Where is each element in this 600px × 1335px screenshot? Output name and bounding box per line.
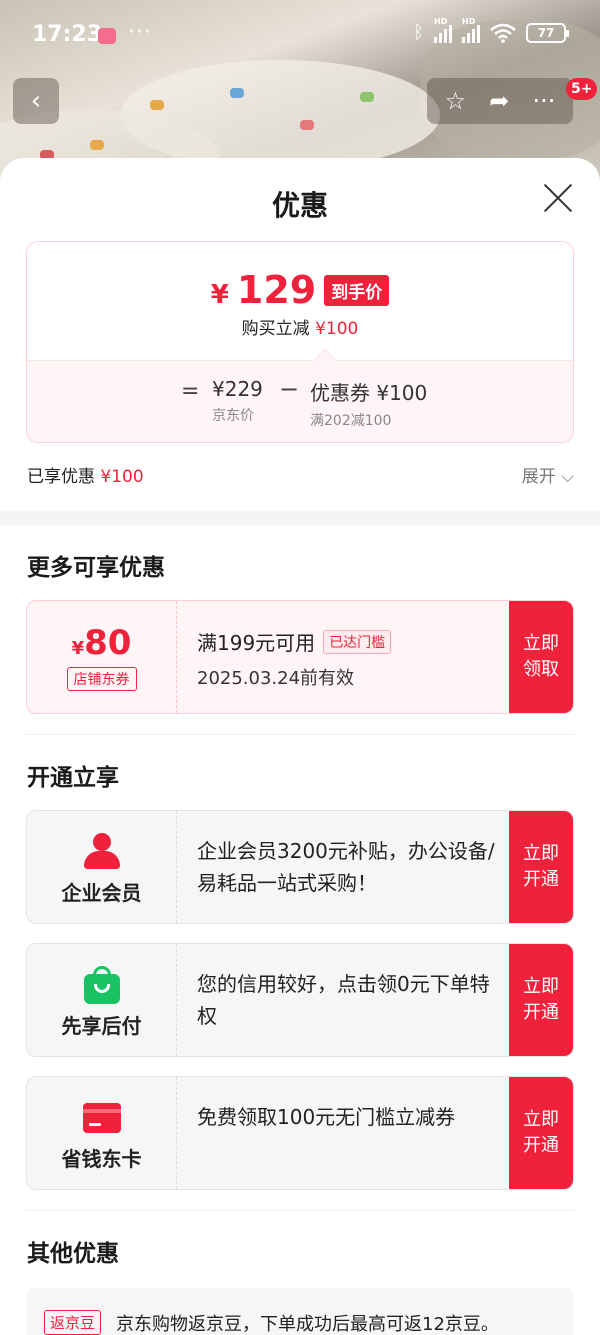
coupon-condition: 满199元可用 (197, 631, 316, 655)
wifi-icon (490, 23, 516, 43)
saver-card-desc: 免费领取100元无门槛立减券 (197, 1105, 456, 1129)
price-currency: ¥ (210, 280, 229, 310)
back-button[interactable]: ‹ (13, 78, 59, 124)
minus-sign: − (279, 375, 300, 403)
card-icon (82, 1099, 122, 1137)
equals-sign: = (181, 379, 200, 404)
jd-price-label: 京东价 (212, 408, 254, 424)
enjoyed-discount: 已享优惠 ¥100 (27, 467, 144, 487)
pay-later-card: 先享后付 您的信用较好，点击领0元下单特权 立即 开通 (26, 943, 574, 1057)
top-action-group: ☆ ➦ ··· (427, 78, 573, 124)
price-breakdown: = ¥229 京东价 − 优惠券 ¥100 满202减100 (27, 348, 573, 442)
enterprise-member-open-button[interactable]: 立即 开通 (509, 811, 573, 923)
coupon-type-badge: 店铺东券 (66, 667, 137, 691)
final-price-card: ¥ 129 到手价 购买立减 ¥100 = ¥229 京东价 − 优惠券 ¥10… (26, 241, 574, 443)
cell-signal-2-icon: HD (462, 17, 480, 43)
saver-card-card: 省钱东卡 免费领取100元无门槛立减券 立即 开通 (26, 1076, 574, 1190)
pay-later-name: 先享后付 (61, 1014, 142, 1038)
final-price-tag: 到手价 (324, 274, 390, 306)
jd-beans-text: 京东购物返京豆，下单成功后最高可返12京豆。 (116, 1314, 499, 1335)
coupon-value: 优惠券 ¥100 (310, 381, 428, 405)
coupon-column: 优惠券 ¥100 满202减100 (310, 377, 427, 430)
pay-later-open-button[interactable]: 立即 开通 (509, 944, 573, 1056)
bluetooth-icon: ᛒ (413, 22, 424, 43)
other-offers-title: 其他优惠 (27, 1241, 119, 1267)
store-coupon-card: ¥80 店铺东券 满199元可用 已达门槛 2025.03.24前有效 立即 领取 (26, 600, 574, 714)
jd-beans-tag: 返京豆 (44, 1310, 102, 1335)
expand-button[interactable]: 展开 ⌵ (522, 462, 574, 487)
close-icon[interactable] (542, 182, 574, 214)
cell-signal-1-icon: HD (434, 17, 452, 43)
enterprise-member-desc: 企业会员3200元补贴，办公设备/易耗品一站式采购！ (197, 839, 495, 895)
enterprise-member-name: 企业会员 (61, 881, 142, 905)
coupon-rule: 满202减100 (310, 413, 392, 429)
enterprise-member-card: 企业会员 企业会员3200元补贴，办公设备/易耗品一站式采购！ 立即 开通 (26, 810, 574, 924)
instant-discount-line: 购买立减 ¥100 (241, 319, 359, 339)
membership-title: 开通立享 (27, 765, 119, 791)
jd-beans-offer: 返京豆 京东购物返京豆，下单成功后最高可返12京豆。 (26, 1288, 574, 1335)
share-icon[interactable]: ➦ (489, 87, 509, 115)
notification-app-icon (98, 28, 116, 44)
more-offers-title: 更多可享优惠 (27, 555, 165, 581)
separator (26, 1210, 574, 1211)
jd-price-column: ¥229 京东价 (212, 377, 263, 425)
jd-price: ¥229 (212, 377, 263, 401)
threshold-reached-badge: 已达门槛 (323, 629, 392, 654)
notification-more-icon: ··· (128, 20, 152, 45)
coupon-amount: ¥80 (71, 623, 132, 663)
shopping-bag-icon (82, 966, 122, 1004)
section-divider (0, 511, 600, 525)
instant-discount-amount: ¥100 (315, 319, 359, 339)
favorite-star-icon[interactable]: ☆ (445, 87, 467, 115)
status-bar: 17:23 ··· ᛒ HD HD 77 (0, 0, 600, 72)
status-time: 17:23 (32, 22, 103, 47)
pay-later-desc: 您的信用较好，点击领0元下单特权 (197, 972, 490, 1028)
enjoyed-amount: ¥100 (100, 467, 144, 487)
battery-icon: 77 (526, 22, 569, 43)
saver-card-open-button[interactable]: 立即 开通 (509, 1077, 573, 1189)
final-price: 129 (236, 268, 317, 312)
message-count-badge: 5+ (566, 78, 598, 100)
coupon-expiry: 2025.03.24前有效 (197, 668, 355, 689)
separator (26, 734, 574, 735)
saver-card-name: 省钱东卡 (61, 1147, 142, 1171)
claim-coupon-button[interactable]: 立即 领取 (509, 601, 573, 713)
person-icon (82, 833, 122, 871)
more-menu-icon[interactable]: ··· (533, 87, 556, 115)
sheet-title: 优惠 (271, 189, 328, 222)
discount-sheet: 优惠 ¥ 129 到手价 购买立减 ¥100 = ¥229 京东价 − 优惠券 … (0, 158, 600, 1335)
